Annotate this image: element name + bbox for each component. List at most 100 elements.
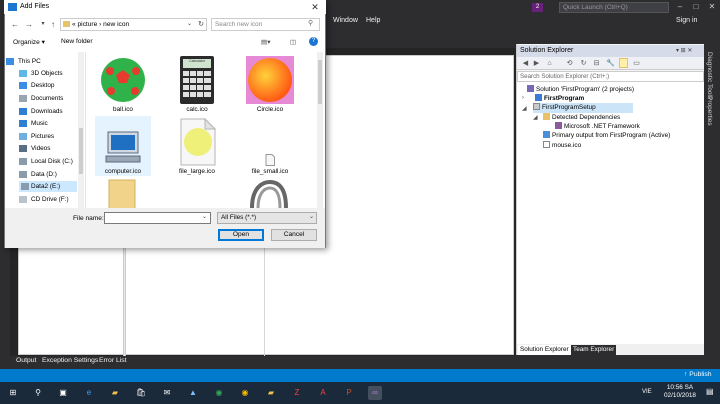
setup-project-icon [533,103,540,110]
mail-icon[interactable]: ✉ [160,386,174,400]
dialog-close-icon[interactable]: ✕ [306,0,324,14]
sync-icon[interactable]: ⟲ [565,59,574,68]
search-icon[interactable]: ⚲ [31,386,45,400]
file-tile-file-large[interactable]: file_large.ico [169,116,225,176]
forward-icon[interactable]: ▶ [532,59,541,68]
nav-data2-e[interactable]: Data2 (E:) [19,181,77,192]
nav-videos[interactable]: Videos [19,143,50,154]
close-icon[interactable]: ✕ [704,0,720,13]
preview-icon[interactable]: ▭ [632,59,641,68]
input-language[interactable]: VIE [642,389,652,395]
visual-studio-icon[interactable]: ∞ [368,386,382,400]
nav-cd-drive-f[interactable]: CD Drive (F:) [19,194,69,205]
nav-music[interactable]: Music [19,118,48,129]
organize-menu[interactable]: Organize ▾ [13,38,45,46]
collapse-chevron-icon[interactable]: ◢ [533,114,538,121]
tab-solution-explorer[interactable]: Solution Explorer [518,345,571,355]
quick-launch-input[interactable]: Quick Launch (Ctrl+Q) [559,2,669,13]
file-tile-file-small[interactable]: file_small.ico [242,116,298,176]
nav-scrollbar-thumb[interactable] [79,128,83,174]
refresh-icon[interactable]: ↻ [196,19,206,30]
help-icon[interactable]: ? [309,37,318,46]
refresh-icon[interactable]: ↻ [579,59,588,68]
chevron-down-icon[interactable]: ⌄ [202,213,207,220]
chrome-canary-icon[interactable]: ◉ [238,386,252,400]
task-view-icon[interactable]: ▣ [56,386,70,400]
chrome-icon[interactable]: ◉ [212,386,226,400]
nav-downloads[interactable]: Downloads [19,106,63,117]
address-dropdown-icon[interactable]: ⌄ [187,20,192,27]
folder-icon[interactable]: ▰ [264,386,278,400]
file-type-filter[interactable]: All Files (*.*) [217,212,317,224]
tab-team-explorer[interactable]: Team Explorer [571,345,617,355]
preview-pane-icon[interactable]: ◫ [290,38,296,46]
maximize-icon[interactable]: □ [688,0,704,13]
tree-item-setup[interactable]: FirstProgramSetup [533,103,633,113]
address-path: « picture › new icon [72,21,130,28]
back-arrow-icon[interactable]: ← [10,19,20,30]
cancel-button[interactable]: Cancel [271,229,317,241]
minimize-icon[interactable]: – [672,0,688,13]
file-list-scrollbar-thumb[interactable] [318,60,322,104]
panel-options-icons[interactable]: ▾ ⊞ ✕ [676,45,706,57]
start-windows-icon[interactable]: ⊞ [6,386,20,400]
tab-properties[interactable]: Properties [706,96,713,126]
sign-in-link[interactable]: Sign in [676,17,697,24]
view-options-icon[interactable]: ▤▾ [261,38,271,46]
file-tile-computer[interactable]: computer.ico [95,116,151,176]
filezilla-icon[interactable]: Z [290,386,304,400]
search-icon[interactable]: ⚲ [308,19,318,29]
store-icon[interactable]: 🛍 [134,386,148,400]
tab-output[interactable]: Output [16,357,36,364]
nav-pictures[interactable]: Pictures [19,131,54,142]
file-explorer-icon[interactable]: ▰ [108,386,122,400]
dialog-search-input[interactable]: Search new icon [211,18,320,31]
notification-badge[interactable]: 2 [532,3,543,12]
tab-exception-settings[interactable]: Exception Settings [42,357,98,364]
collapse-icon[interactable]: ⊟ [592,59,601,68]
up-arrow-icon[interactable]: ↑ [48,19,58,30]
properties-icon[interactable]: 🔧 [606,59,615,68]
recent-dropdown-icon[interactable]: ▾ [38,19,48,30]
back-icon[interactable]: ◀ [521,59,530,68]
nav-this-pc[interactable]: This PC [6,56,41,67]
file-name-input[interactable] [104,212,211,224]
nav-data-d[interactable]: Data (D:) [19,169,57,180]
menu-window[interactable]: Window [333,17,358,24]
nav-3d-objects[interactable]: 3D Objects [19,68,63,79]
pin-tool-active[interactable] [619,58,628,68]
file-tile-folder-partial[interactable] [107,178,139,208]
tree-item-primary-output[interactable]: Primary output from FirstProgram (Active… [543,131,670,141]
action-center-icon[interactable]: ▤ [706,387,716,399]
file-tile-ball[interactable]: ball.ico [95,54,151,114]
clock[interactable]: 10:56 SA 02/10/2018 [660,384,700,400]
powerpoint-icon[interactable]: P [342,386,356,400]
tree-item-mouse-ico[interactable]: mouse.ico [543,141,581,151]
file-tile-calc[interactable]: Calculator calc.ico [169,54,225,114]
forward-arrow-icon[interactable]: → [24,19,34,30]
nav-local-disk-c[interactable]: Local Disk (C:) [19,156,73,167]
tab-diagnostic-tools[interactable]: Diagnostic Tools [706,52,713,99]
nav-documents[interactable]: Documents [19,93,63,104]
file-tile-mouse-partial[interactable] [246,178,292,208]
file-tile-circle[interactable]: Circle.ico [242,54,298,114]
chevron-down-icon[interactable]: ⌄ [309,213,314,220]
solution-search-input[interactable]: Search Solution Explorer (Ctrl+;) [517,71,704,82]
publish-button[interactable]: ↑ Publish [684,371,712,378]
photos-icon[interactable]: ▲ [186,386,200,400]
acrobat-icon[interactable]: A [316,386,330,400]
collapse-chevron-icon[interactable]: ◢ [522,105,527,112]
new-folder-button[interactable]: New folder [61,38,93,45]
menu-help[interactable]: Help [366,17,380,24]
nav-desktop[interactable]: Desktop [19,80,54,91]
document-icon [180,118,217,166]
home-icon[interactable]: ⌂ [545,59,554,68]
dialog-titlebar [4,0,326,14]
tab-error-list[interactable]: Error List [99,357,127,364]
open-button[interactable]: Open [218,229,264,241]
folder-icon [543,113,550,120]
mouse-icon [250,179,288,208]
expand-chevron-icon[interactable]: › [522,95,524,101]
address-bar[interactable]: « picture › new icon [60,18,207,31]
edge-icon[interactable]: e [82,386,96,400]
